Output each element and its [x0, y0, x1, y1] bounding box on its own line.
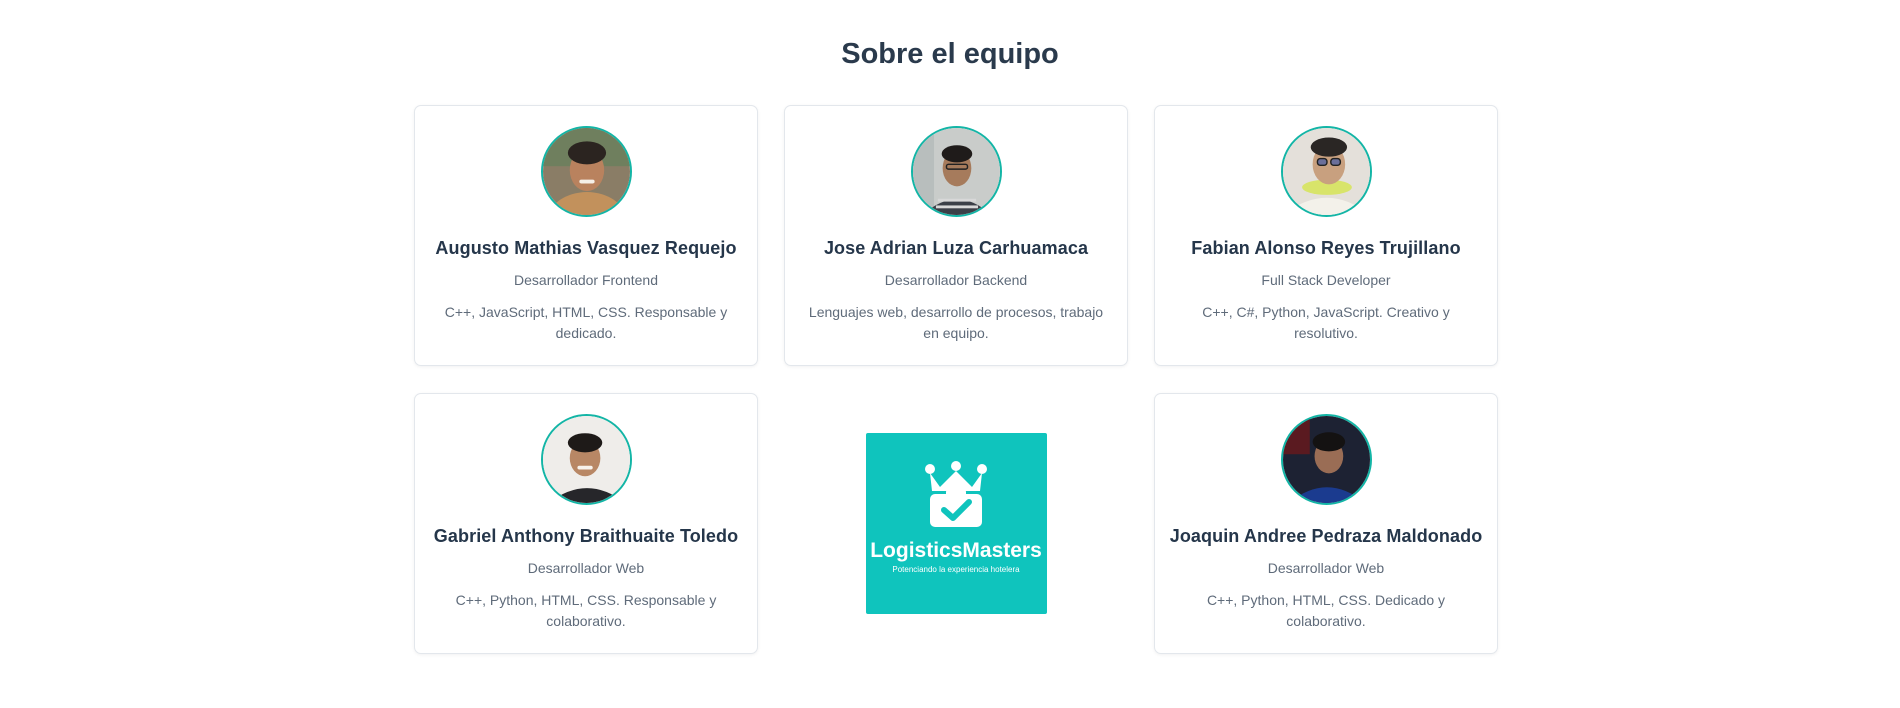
team-section: Sobre el equipo Augusto Mathias Vasquez … — [0, 0, 1900, 708]
avatar-photo-icon — [1282, 128, 1370, 215]
member-description: Lenguajes web, desarrollo de procesos, t… — [808, 304, 1104, 341]
team-member-card: Augusto Mathias Vasquez Requejo Desarrol… — [414, 105, 758, 366]
member-role: Desarrollador Web — [1267, 560, 1385, 576]
avatar-photo-icon — [542, 128, 630, 215]
crown-briefcase-check-icon — [925, 461, 987, 527]
avatar — [910, 126, 1002, 217]
member-description: C++, JavaScript, HTML, CSS. Responsable … — [444, 304, 728, 341]
logo-tagline: Potenciando la experiencia hotelera — [892, 565, 1020, 574]
member-name: Gabriel Anthony Braithuaite Toledo — [433, 526, 739, 546]
logo-name: LogisticsMasters — [870, 539, 1042, 562]
avatar-photo-icon — [1282, 416, 1370, 503]
company-logo: LogisticsMasters Potenciando la experien… — [865, 433, 1047, 614]
avatar-photo-icon — [912, 128, 1000, 215]
member-description: C++, C#, Python, JavaScript. Creativo y … — [1202, 304, 1450, 341]
member-role: Full Stack Developer — [1261, 272, 1391, 288]
member-description: C++, Python, HTML, CSS. Dedicado y colab… — [1206, 592, 1446, 629]
team-member-card: Gabriel Anthony Braithuaite Toledo Desar… — [414, 393, 758, 654]
logo-cell: LogisticsMasters Potenciando la experien… — [784, 393, 1128, 654]
avatar — [540, 414, 632, 505]
member-role: Desarrollador Backend — [884, 272, 1028, 288]
member-name: Augusto Mathias Vasquez Requejo — [435, 238, 737, 258]
member-name: Joaquin Andree Pedraza Maldonado — [1169, 526, 1483, 546]
team-member-card: Fabian Alonso Reyes Trujillano Full Stac… — [1154, 105, 1498, 366]
team-member-card: Joaquin Andree Pedraza Maldonado Desarro… — [1154, 393, 1498, 654]
member-name: Jose Adrian Luza Carhuamaca — [823, 238, 1089, 258]
avatar — [540, 126, 632, 217]
avatar-photo-icon — [542, 416, 630, 503]
member-name: Fabian Alonso Reyes Trujillano — [1191, 238, 1461, 258]
team-member-card: Jose Adrian Luza Carhuamaca Desarrollado… — [784, 105, 1128, 366]
team-grid: Augusto Mathias Vasquez Requejo Desarrol… — [414, 105, 1499, 654]
member-role: Desarrollador Frontend — [514, 272, 658, 288]
avatar — [1280, 414, 1372, 505]
member-role: Desarrollador Web — [527, 560, 645, 576]
section-title: Sobre el equipo — [841, 38, 1059, 70]
avatar — [1280, 126, 1372, 217]
member-description: C++, Python, HTML, CSS. Responsable y co… — [455, 592, 717, 629]
